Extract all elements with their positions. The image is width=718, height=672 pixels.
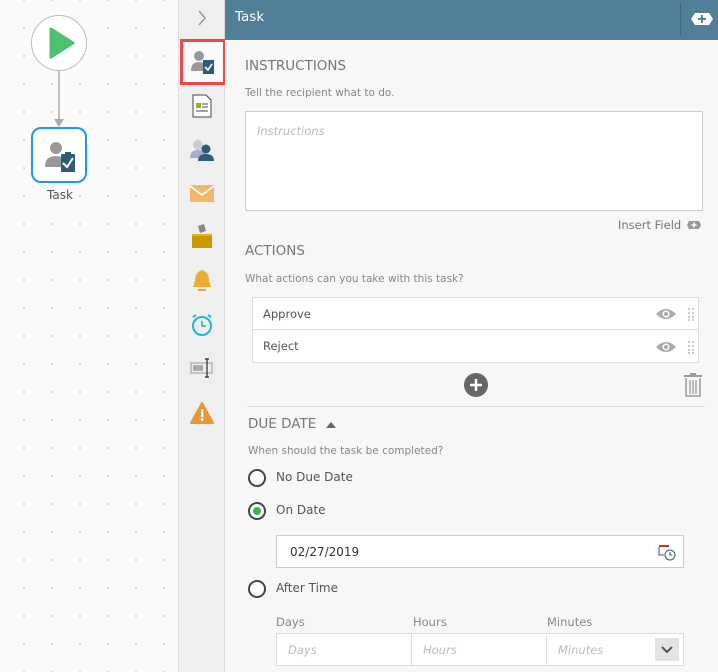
date-input[interactable]: 02/27/2019	[276, 535, 684, 568]
chevron-down-icon	[661, 645, 673, 653]
divider	[247, 406, 705, 407]
radio-no-due-date[interactable]	[248, 469, 266, 487]
instructions-description: Tell the recipient what to do.	[245, 87, 395, 99]
timer-icon	[192, 314, 212, 336]
chevron-right-icon	[198, 10, 206, 26]
radio-after-time[interactable]	[248, 580, 266, 598]
collapse-triangle-icon[interactable]	[326, 421, 336, 429]
radio-label: On Date	[276, 503, 326, 517]
insert-field-label: Insert Field	[618, 218, 682, 232]
action-label: Approve	[263, 307, 311, 321]
panel-header: Task	[225, 0, 718, 40]
insert-field-icon[interactable]	[690, 11, 714, 27]
due-date-description: When should the task be completed?	[248, 445, 444, 457]
step-toolbar	[179, 0, 226, 672]
days-label: Days	[276, 615, 305, 629]
ballot-box-icon	[192, 224, 212, 248]
hours-input[interactable]: Hours	[412, 634, 547, 665]
minutes-select[interactable]: Minutes	[547, 634, 683, 665]
warning-icon	[190, 402, 214, 424]
radio-label: After Time	[276, 581, 338, 595]
connector-arrow	[54, 71, 64, 127]
task-node[interactable]	[31, 127, 87, 183]
eye-icon[interactable]	[655, 340, 677, 354]
workflow-canvas[interactable]: Task	[0, 0, 179, 672]
plus-tag-icon	[687, 221, 702, 229]
insert-field-link[interactable]: Insert Field	[618, 218, 702, 232]
duration-inputs: Days Hours Minutes	[276, 633, 684, 666]
instructions-placeholder: Instructions	[257, 124, 325, 138]
action-row[interactable]: Approve	[253, 298, 698, 330]
toolbar-participants-button[interactable]	[179, 130, 225, 170]
radio-label: No Due Date	[276, 470, 353, 484]
drag-handle-icon[interactable]	[687, 307, 695, 321]
actions-list: Approve Reject	[252, 297, 699, 363]
instructions-heading: INSTRUCTIONS	[245, 58, 347, 74]
panel-title: Task	[235, 9, 265, 25]
collapse-button[interactable]	[179, 0, 225, 36]
days-input[interactable]: Days	[277, 634, 412, 665]
email-icon	[190, 185, 214, 202]
radio-on-date[interactable]	[248, 502, 266, 520]
eye-icon[interactable]	[655, 307, 677, 321]
minutes-placeholder: Minutes	[558, 643, 604, 657]
task-properties-panel: Task INSTRUCTIONS Tell the recipient wha…	[225, 0, 718, 672]
toolbar-field-input-button[interactable]	[179, 348, 225, 388]
toolbar-task-button[interactable]	[180, 39, 226, 85]
toolbar-error-button[interactable]	[179, 393, 225, 433]
task-node-label: Task	[47, 188, 73, 202]
due-date-heading: DUE DATE	[248, 416, 317, 432]
action-row[interactable]: Reject	[253, 331, 698, 363]
start-node[interactable]	[31, 15, 87, 71]
toolbar-form-button[interactable]	[179, 86, 225, 126]
toolbar-timer-button[interactable]	[179, 305, 225, 345]
toolbar-email-button[interactable]	[179, 174, 225, 214]
actions-description: What actions can you take with this task…	[245, 273, 464, 285]
participants-icon	[190, 140, 214, 161]
minutes-dropdown-button[interactable]	[655, 638, 679, 661]
actions-heading: ACTIONS	[245, 243, 305, 259]
play-icon	[49, 27, 75, 59]
text-field-icon	[190, 358, 213, 378]
trash-icon[interactable]	[684, 373, 702, 397]
calendar-clock-icon[interactable]	[658, 543, 676, 561]
toolbar-vote-button[interactable]	[179, 216, 225, 256]
bell-icon	[193, 270, 211, 291]
date-value: 02/27/2019	[290, 545, 360, 559]
task-icon	[45, 142, 75, 172]
instructions-textarea[interactable]: Instructions	[245, 111, 703, 211]
action-label: Reject	[263, 339, 299, 353]
days-placeholder: Days	[288, 643, 317, 657]
hours-placeholder: Hours	[423, 643, 457, 657]
hours-label: Hours	[413, 615, 447, 629]
form-icon	[192, 94, 212, 118]
task-icon	[191, 51, 214, 74]
drag-handle-icon[interactable]	[687, 340, 695, 354]
toolbar-alert-button[interactable]	[179, 261, 225, 301]
minutes-label: Minutes	[547, 615, 593, 629]
add-action-button[interactable]	[464, 373, 488, 397]
